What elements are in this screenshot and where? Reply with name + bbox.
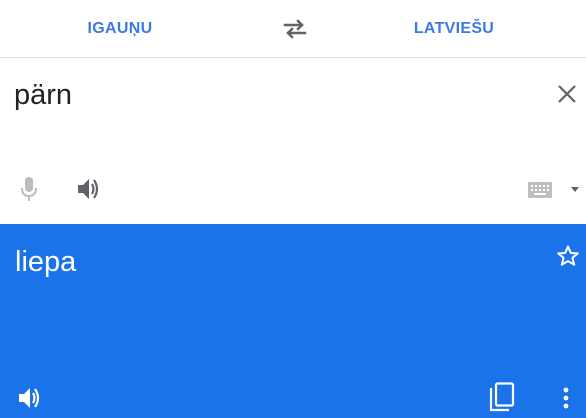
more-options-button[interactable] [556,382,576,414]
star-outline-icon [557,245,579,266]
volume-icon [78,179,99,199]
translation-result: liepa [0,224,586,418]
target-language-button[interactable]: LATVIEŠU [354,0,554,57]
clear-input-button[interactable] [553,80,581,108]
result-speak-button[interactable] [14,382,46,414]
microphone-icon [21,177,37,201]
close-icon [558,85,576,103]
keyboard-icon [528,182,552,198]
source-language-label: IGAUŅU [87,19,153,37]
source-text-input[interactable]: pärn [14,76,72,114]
volume-icon [19,388,40,408]
source-language-button[interactable]: IGAUŅU [20,0,220,57]
language-bar: IGAUŅU LATVIEŠU [0,0,586,58]
input-area: pärn [0,58,586,224]
source-speak-button[interactable] [74,174,104,204]
swap-arrows-icon [283,19,307,39]
swap-languages-button[interactable] [278,14,312,44]
copy-translation-button[interactable] [486,380,518,414]
keyboard-button[interactable] [528,176,582,204]
chevron-down-icon [571,187,579,192]
microphone-button[interactable] [16,174,42,204]
more-vertical-icon [563,387,569,409]
copy-icon [489,382,515,412]
save-translation-button[interactable] [553,241,583,271]
target-language-label: LATVIEŠU [413,19,495,37]
translated-text: liepa [15,246,77,278]
